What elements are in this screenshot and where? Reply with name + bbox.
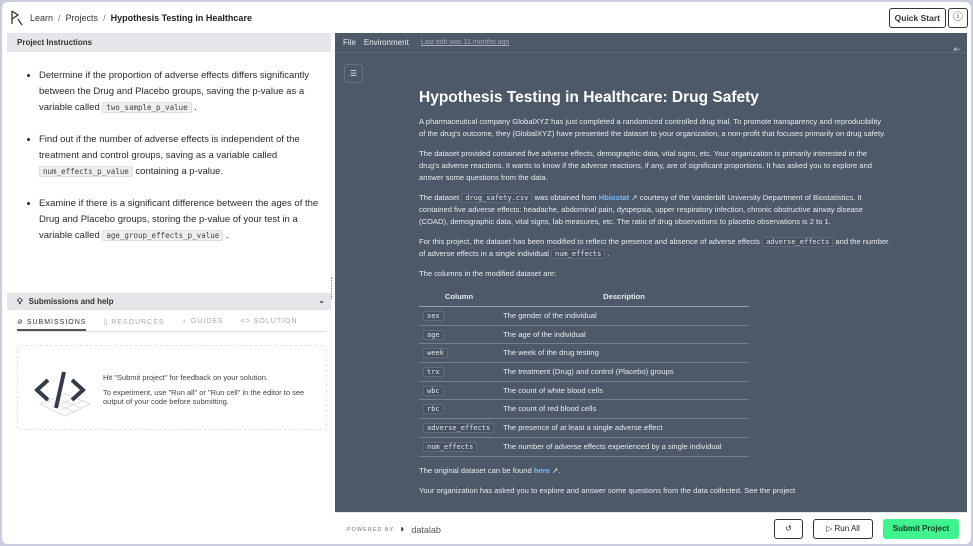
submit-hint: Hit "Submit project" for feedback on you… xyxy=(103,373,268,382)
tab-submissions[interactable]: ⊘ SUBMISSIONS xyxy=(17,318,87,331)
column-description: The count of white blood cells xyxy=(499,381,749,401)
notebook-editor: File Environment Last edit was 11 months… xyxy=(335,33,967,512)
breadcrumb: Learn / Projects / Hypothesis Testing in H… xyxy=(30,12,252,23)
breadcrumb-current: Hypothesis Testing in Healthcare xyxy=(110,12,252,23)
instruction-item: Find out if the number of adverse effect… xyxy=(39,132,319,180)
help-tabs: ⊘ SUBMISSIONS ▯ RESOURCES ♁ GUIDES <> SO… xyxy=(17,318,327,332)
column-description: The gender of the individual xyxy=(499,306,749,326)
column-description: The week of the drug testing xyxy=(499,343,749,364)
column-header: Description xyxy=(499,288,749,307)
tab-guides[interactable]: ♁ GUIDES xyxy=(182,318,224,331)
table-row: age The age of the individual xyxy=(419,325,749,345)
table-row: num_effects The number of adverse effects… xyxy=(419,437,749,457)
paragraph: The dataset provided contained five adve… xyxy=(419,149,872,182)
run-hint: To experiment, use "Run all" or "Run cel… xyxy=(103,388,305,406)
column-name: num_effects xyxy=(419,437,499,457)
code-illustration-icon xyxy=(34,371,91,417)
table-row: week The week of the drug testing xyxy=(419,343,749,364)
footer: POWERED BY ◗ datalab ↺ ▷ Run All Submit Pr… xyxy=(335,512,967,542)
column-name: trx xyxy=(419,362,499,382)
run-all-button[interactable]: ▷ Run All xyxy=(813,519,873,539)
info-button[interactable]: ⓘ xyxy=(948,8,968,28)
column-description: The presence of at least a single advers… xyxy=(499,418,749,438)
datacamp-logo-icon[interactable] xyxy=(10,9,24,26)
column-description: The treatment (Drug) and control (Placeb… xyxy=(499,362,749,382)
hbiostat-link[interactable]: Hbiostat xyxy=(599,193,629,202)
reset-button[interactable]: ↺ xyxy=(774,519,803,539)
instructions-title: Project Instructions xyxy=(7,33,331,52)
column-description: The count of red blood cells xyxy=(499,399,749,420)
notebook-title: Hypothesis Testing in Healthcare: Drug S… xyxy=(419,89,759,106)
columns-table: Column Description sex The gender of the i… xyxy=(419,288,749,457)
tab-solution[interactable]: <> SOLUTION xyxy=(241,318,298,331)
submit-project-button[interactable]: Submit Project xyxy=(883,519,959,539)
last-edit-link[interactable]: Last edit was 11 months ago xyxy=(421,39,510,46)
breadcrumb-projects[interactable]: Projects xyxy=(66,13,99,23)
quick-start-button[interactable]: Quick Start xyxy=(888,8,946,28)
table-row: adverse_effects The presence of at least … xyxy=(419,418,749,438)
paragraph: A pharmaceutical company GlobalXYZ has j… xyxy=(419,117,886,138)
list-icon: ☰ xyxy=(349,69,358,78)
table-row: trx The treatment (Drug) and control (Pla… xyxy=(419,362,749,382)
datalab-logo-icon: ◗ xyxy=(399,524,407,535)
menu-file[interactable]: File xyxy=(343,38,356,47)
lightbulb-icon: 💡︎ xyxy=(17,297,23,306)
table-row: sex The gender of the individual xyxy=(419,306,749,326)
column-name: wbc xyxy=(419,381,499,401)
submissions-help-title: Submissions and help xyxy=(28,297,114,306)
breadcrumb-learn[interactable]: Learn xyxy=(30,13,53,23)
menu-environment[interactable]: Environment xyxy=(364,38,409,47)
powered-by: POWERED BY ◗ datalab xyxy=(347,524,441,535)
top-bar: Learn / Projects / Hypothesis Testing in H… xyxy=(2,2,971,33)
table-of-contents-button[interactable]: ☰ xyxy=(344,64,363,83)
column-name: age xyxy=(419,325,499,345)
column-name: sex xyxy=(419,306,499,326)
column-description: The age of the individual xyxy=(499,325,749,345)
here-link[interactable]: here xyxy=(534,466,550,475)
instructions-panel: Project Instructions Determine if the pr… xyxy=(7,33,331,538)
column-name: week xyxy=(419,343,499,364)
play-icon: ▷ xyxy=(826,524,833,533)
table-row: rbc The count of red blood cells xyxy=(419,399,749,420)
table-row: wbc The count of white blood cells xyxy=(419,381,749,401)
paragraph: The dataset drug_safety.csv was obtained… xyxy=(419,193,863,226)
paragraph: Your organization has asked you to explo… xyxy=(419,485,796,495)
paragraph: The columns in the modified dataset are: xyxy=(419,269,557,278)
column-name: rbc xyxy=(419,399,499,420)
instruction-item: Examine if there is a significant differ… xyxy=(39,196,319,244)
submissions-help-header[interactable]: 💡︎ Submissions and help ⌄ xyxy=(7,293,331,310)
tab-resources[interactable]: ▯ RESOURCES xyxy=(103,318,164,331)
column-header: Column xyxy=(419,288,499,307)
instructions-list: Determine if the proportion of adverse e… xyxy=(7,52,331,244)
notebook-content: Hypothesis Testing in Healthcare: Drug S… xyxy=(419,89,889,505)
column-description: The number of adverse effects experience… xyxy=(499,437,749,457)
instruction-item: Determine if the proportion of adverse e… xyxy=(39,68,319,116)
chevron-down-icon[interactable]: ⌄ xyxy=(318,296,325,305)
info-icon: ⓘ xyxy=(953,12,963,23)
undo-icon: ↺ xyxy=(785,524,792,533)
column-name: adverse_effects xyxy=(419,418,499,438)
paragraph: The original dataset can be found here ↗… xyxy=(419,465,561,475)
paragraph: For this project, the dataset has been m… xyxy=(419,237,889,259)
collapse-icon[interactable]: ⇤ xyxy=(953,44,961,55)
submissions-card: Hit "Submit project" for feedback on you… xyxy=(17,345,327,430)
